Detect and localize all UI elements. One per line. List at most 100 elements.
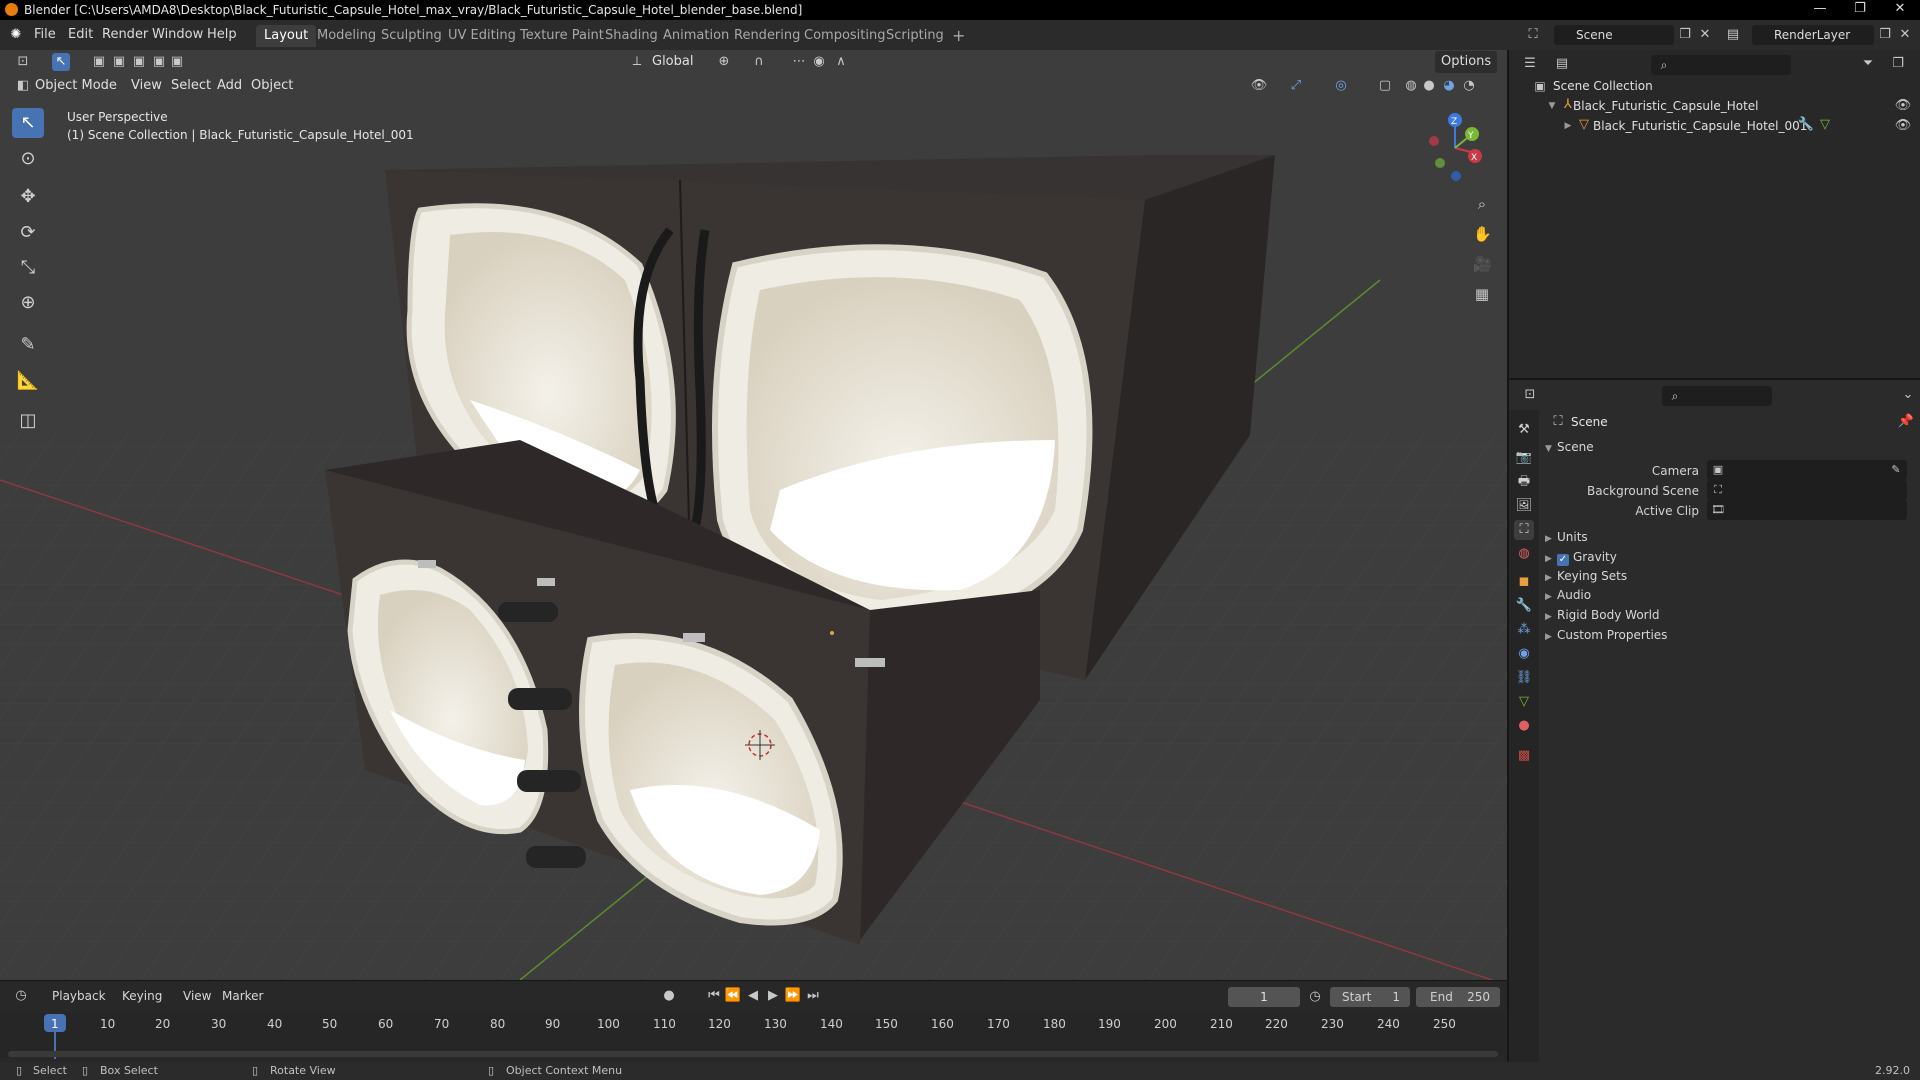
scene-selector[interactable]: Scene bbox=[1554, 25, 1674, 45]
scene-panel-header[interactable]: ▼ Scene bbox=[1545, 440, 1594, 454]
end-frame-field[interactable]: End 250 bbox=[1416, 987, 1500, 1007]
measure-tool-icon[interactable]: 📐 bbox=[12, 366, 44, 396]
scene-tab-icon[interactable]: ⛶ bbox=[1514, 520, 1534, 540]
cursor-tool-icon[interactable]: ⊙ bbox=[12, 144, 44, 174]
wireframe-shading-icon[interactable]: ◍ bbox=[1402, 77, 1420, 95]
tab-animation[interactable]: Animation bbox=[655, 25, 737, 47]
outliner-editor-type-icon[interactable]: ☰ bbox=[1521, 55, 1539, 73]
object-tab-icon[interactable]: ◼ bbox=[1514, 572, 1534, 592]
tab-layout[interactable]: Layout bbox=[256, 25, 317, 47]
world-tab-icon[interactable]: ◍ bbox=[1514, 544, 1534, 564]
start-frame-field[interactable]: Start 1 bbox=[1330, 987, 1410, 1007]
rotate-tool-icon[interactable]: ⟳ bbox=[12, 218, 44, 248]
mesh-data-icon[interactable]: ▽ bbox=[1816, 116, 1834, 134]
delete-renderlayer-icon[interactable]: ✕ bbox=[1896, 26, 1914, 44]
editor-type-icon[interactable]: ⊡ bbox=[14, 53, 32, 71]
modifier-tab-icon[interactable]: 🔧 bbox=[1514, 596, 1534, 616]
keying-sets-section[interactable]: ▶ Keying Sets bbox=[1545, 569, 1627, 583]
next-keyframe-icon[interactable]: ⏩ bbox=[784, 987, 802, 1005]
menu-object[interactable]: Object bbox=[251, 78, 293, 93]
select-extend-icon[interactable]: ▣ bbox=[110, 53, 128, 71]
visibility-icon[interactable]: 👁 bbox=[1250, 77, 1268, 95]
outliner-collection-item[interactable]: Black_Futuristic_Capsule_Hotel bbox=[1573, 99, 1759, 113]
tab-sculpting[interactable]: Sculpting bbox=[373, 25, 450, 47]
preview-range-icon[interactable]: ◷ bbox=[1306, 988, 1324, 1006]
pivot-point-icon[interactable]: ⊕ bbox=[715, 53, 733, 71]
gizmo-toggle-icon[interactable]: ⤢ bbox=[1287, 77, 1305, 95]
render-tab-icon[interactable]: 📷 bbox=[1514, 448, 1534, 468]
material-shading-icon[interactable]: ◕ bbox=[1440, 77, 1458, 95]
jump-start-icon[interactable]: ⏮ bbox=[705, 987, 723, 1005]
delete-scene-icon[interactable]: ✕ bbox=[1696, 26, 1714, 44]
select-invert-icon[interactable]: ▣ bbox=[150, 53, 168, 71]
view-layer-tab-icon[interactable]: 🖼 bbox=[1514, 496, 1534, 516]
transform-tool-icon[interactable]: ⊕ bbox=[12, 288, 44, 318]
3d-viewport[interactable]: User Perspective (1) Scene Collection | … bbox=[0, 50, 1507, 980]
menu-marker[interactable]: Marker bbox=[222, 989, 263, 1003]
pan-hand-icon[interactable]: ✋ bbox=[1473, 225, 1492, 243]
current-frame-field[interactable]: 1 bbox=[1228, 987, 1300, 1007]
falloff-icon[interactable]: ∧ bbox=[832, 53, 850, 71]
particles-tab-icon[interactable]: ⁂ bbox=[1514, 620, 1534, 640]
modifier-icon[interactable]: 🔧 bbox=[1797, 116, 1815, 134]
gravity-checkbox[interactable]: ✓ bbox=[1557, 554, 1569, 566]
tab-scripting[interactable]: Scripting bbox=[878, 25, 952, 47]
gravity-section[interactable]: ▶ ✓ Gravity bbox=[1545, 550, 1617, 566]
texture-tab-icon[interactable]: ▩ bbox=[1514, 746, 1534, 766]
select-subtract-icon[interactable]: ▣ bbox=[130, 53, 148, 71]
rendered-shading-icon[interactable]: ◔ bbox=[1460, 77, 1478, 95]
menu-window[interactable]: Window bbox=[152, 27, 203, 42]
renderlayer-selector[interactable]: RenderLayer bbox=[1752, 25, 1874, 45]
move-tool-icon[interactable]: ✥ bbox=[12, 182, 44, 212]
prev-keyframe-icon[interactable]: ⏪ bbox=[724, 987, 742, 1005]
add-workspace-button[interactable]: + bbox=[944, 25, 973, 47]
properties-dropdown-icon[interactable]: ⌄ bbox=[1899, 386, 1917, 404]
object-mode-dropdown[interactable]: Object Mode bbox=[35, 78, 117, 93]
constraints-tab-icon[interactable]: ⛓ bbox=[1514, 668, 1534, 688]
play-reverse-icon[interactable]: ◀ bbox=[744, 987, 762, 1005]
material-tab-icon[interactable]: ● bbox=[1514, 716, 1534, 736]
tool-tab-icon[interactable]: ⚒ bbox=[1514, 420, 1534, 440]
collection-visibility-icon[interactable]: 👁 bbox=[1894, 97, 1912, 115]
add-cube-tool-icon[interactable]: ◫ bbox=[12, 406, 44, 436]
select-intersect-icon[interactable]: ▣ bbox=[168, 53, 186, 71]
units-section[interactable]: ▶ Units bbox=[1545, 530, 1588, 544]
scale-tool-icon[interactable]: ⤡ bbox=[12, 253, 44, 283]
physics-tab-icon[interactable]: ◉ bbox=[1514, 644, 1534, 664]
menu-select[interactable]: Select bbox=[171, 78, 211, 93]
snap-target-icon[interactable]: ⋯ bbox=[790, 53, 808, 71]
menu-edit[interactable]: Edit bbox=[68, 27, 93, 42]
output-tab-icon[interactable]: 🖶 bbox=[1514, 472, 1534, 492]
audio-section[interactable]: ▶ Audio bbox=[1545, 588, 1591, 602]
camera-field[interactable] bbox=[1707, 460, 1907, 480]
select-new-icon[interactable]: ▣ bbox=[90, 53, 108, 71]
blender-menu-icon[interactable]: ✺ bbox=[7, 26, 25, 44]
menu-file[interactable]: File bbox=[34, 27, 56, 42]
jump-end-icon[interactable]: ⏭ bbox=[804, 987, 822, 1005]
background-scene-field[interactable] bbox=[1707, 480, 1907, 500]
filter-icon[interactable]: ⏷ bbox=[1859, 55, 1877, 73]
snap-icon[interactable]: ∩ bbox=[750, 53, 768, 71]
play-icon[interactable]: ▶ bbox=[764, 987, 782, 1005]
timeline-scrollbar[interactable] bbox=[8, 1051, 1498, 1057]
overlay-toggle-icon[interactable]: ◎ bbox=[1332, 77, 1350, 95]
menu-render[interactable]: Render bbox=[102, 27, 148, 42]
perspective-grid-icon[interactable]: ▦ bbox=[1473, 285, 1491, 303]
maximize-button[interactable]: ❐ bbox=[1840, 0, 1880, 20]
camera-view-icon[interactable]: 🎥 bbox=[1473, 255, 1492, 273]
menu-help[interactable]: Help bbox=[207, 27, 237, 42]
menu-timeline-view[interactable]: View bbox=[183, 989, 211, 1003]
outliner-scene-collection[interactable]: Scene Collection bbox=[1553, 79, 1653, 93]
eyedropper-icon[interactable]: ✎ bbox=[1887, 461, 1905, 479]
options-dropdown[interactable]: Options bbox=[1435, 51, 1498, 73]
annotate-tool-icon[interactable]: ✎ bbox=[12, 330, 44, 360]
select-tool-icon[interactable]: ↖ bbox=[52, 53, 70, 71]
close-button[interactable]: ✕ bbox=[1880, 0, 1920, 20]
proportional-edit-icon[interactable]: ◉ bbox=[810, 53, 828, 71]
timeline-editor-type-icon[interactable]: ◷ bbox=[12, 987, 30, 1005]
new-collection-icon[interactable]: ❐ bbox=[1889, 55, 1907, 73]
solid-shading-icon[interactable]: ● bbox=[1420, 77, 1438, 95]
pin-icon[interactable]: 📌 bbox=[1897, 413, 1915, 431]
rigid-body-world-section[interactable]: ▶ Rigid Body World bbox=[1545, 608, 1660, 622]
menu-keying[interactable]: Keying bbox=[122, 989, 162, 1003]
